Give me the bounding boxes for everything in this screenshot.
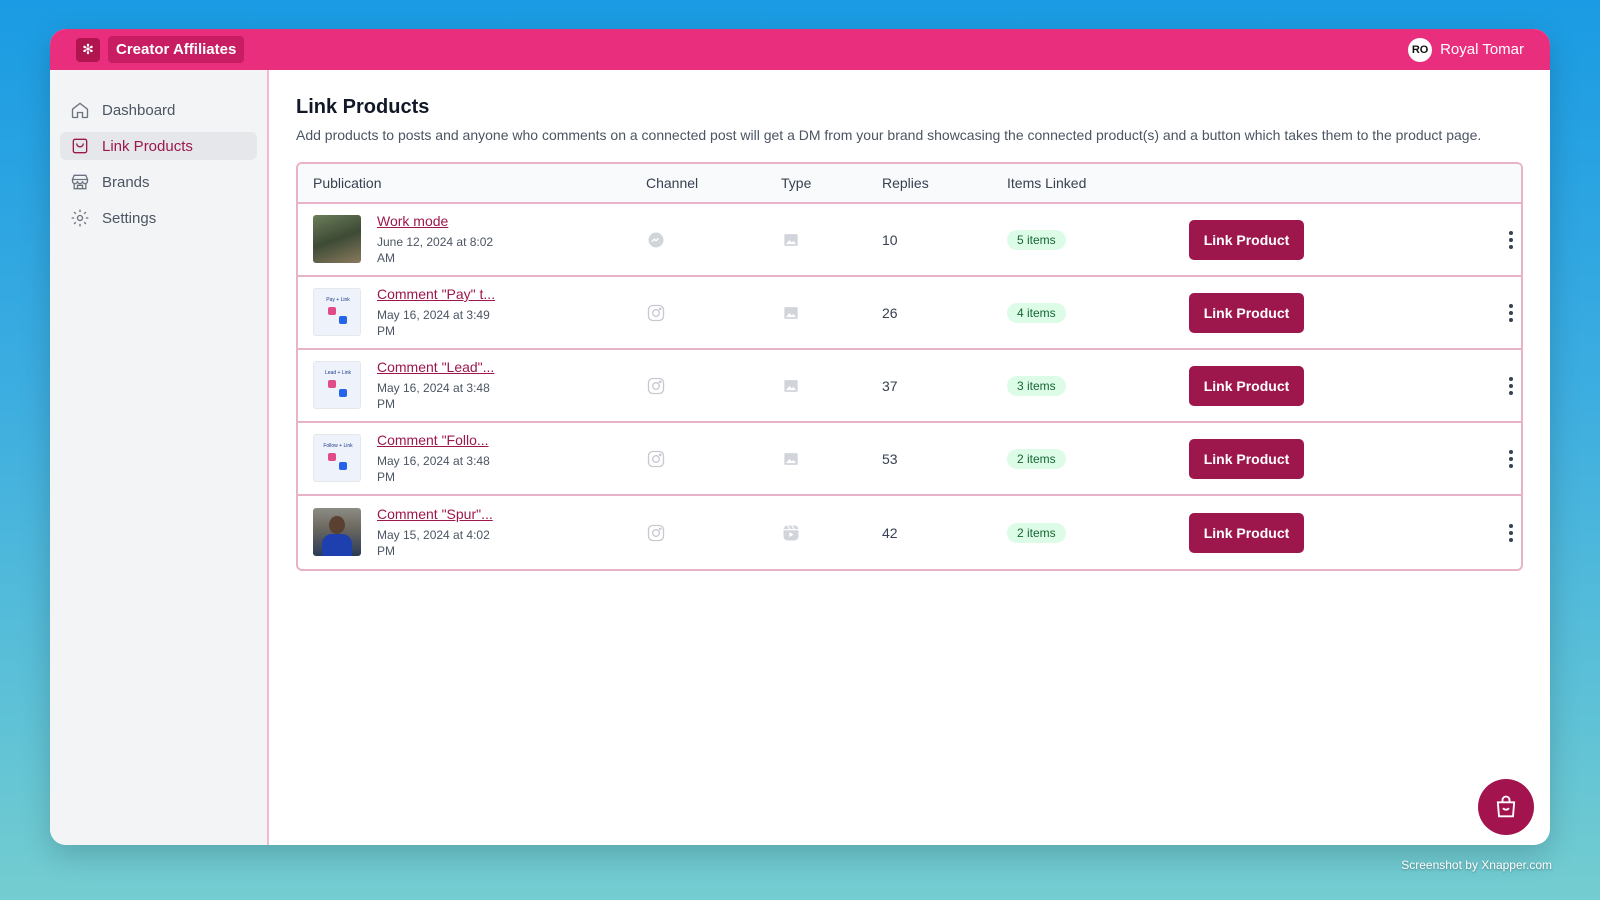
- home-icon: [71, 102, 89, 119]
- user-name: Royal Tomar: [1440, 41, 1524, 58]
- items-linked-badge: 5 items: [1007, 229, 1066, 250]
- gear-icon: [71, 209, 89, 227]
- image-icon: [784, 233, 798, 246]
- messenger-icon: [648, 232, 664, 247]
- instagram-icon: [647, 524, 665, 541]
- replies-count: 53: [882, 450, 898, 467]
- sidebar-item-settings[interactable]: Settings: [60, 204, 257, 232]
- column-header-items-linked: Items Linked: [1007, 175, 1087, 191]
- more-options-icon[interactable]: [1501, 447, 1521, 471]
- replies-count: 37: [882, 377, 898, 394]
- main-content: Link Products Add products to posts and …: [269, 70, 1550, 845]
- link-product-button[interactable]: Link Product: [1189, 365, 1304, 406]
- page-title: Link Products: [296, 96, 430, 118]
- publication-link[interactable]: Comment "Spur"...: [377, 506, 507, 522]
- more-options-icon[interactable]: [1501, 521, 1521, 545]
- more-options-icon[interactable]: [1501, 374, 1521, 398]
- replies-count: 26: [882, 304, 898, 321]
- instagram-icon: [647, 304, 665, 321]
- link-product-button[interactable]: Link Product: [1189, 292, 1304, 333]
- replies-count: 10: [882, 231, 898, 248]
- app-window: ✻ Creator Affiliates RO Royal Tomar Dash…: [50, 29, 1550, 845]
- more-options-icon[interactable]: [1501, 228, 1521, 252]
- shopping-bag-icon: [72, 138, 88, 154]
- publication-link[interactable]: Comment "Follo...: [377, 432, 507, 448]
- publication-link[interactable]: Comment "Pay" t...: [377, 286, 507, 302]
- app-name: Creator Affiliates: [108, 36, 245, 63]
- sidebar-item-link-products[interactable]: Link Products: [60, 132, 257, 160]
- sidebar-item-brands[interactable]: Brands: [60, 168, 257, 196]
- top-bar: ✻ Creator Affiliates RO Royal Tomar: [50, 29, 1550, 70]
- post-thumbnail[interactable]: Follow + Link: [313, 434, 361, 482]
- table-row: Lead + Link Comment "Lead"... May 16, 20…: [298, 350, 1521, 423]
- publication-date: May 16, 2024 at 3:49 PM: [377, 308, 490, 338]
- sidebar-item-dashboard[interactable]: Dashboard: [60, 96, 257, 124]
- publications-table: Publication Channel Type Replies Items L…: [296, 162, 1523, 571]
- items-linked-badge: 4 items: [1007, 302, 1066, 323]
- post-thumbnail[interactable]: [313, 215, 361, 263]
- sidebar-item-label: Dashboard: [102, 101, 176, 119]
- sidebar-item-label: Brands: [102, 173, 150, 191]
- column-header-publication: Publication: [313, 175, 382, 191]
- items-linked-badge: 3 items: [1007, 375, 1066, 396]
- screenshot-credit: Screenshot by Xnapper.com: [1401, 858, 1552, 872]
- publication-date: June 12, 2024 at 8:02 AM: [377, 235, 494, 265]
- image-icon: [784, 306, 798, 319]
- instagram-icon: [647, 377, 665, 394]
- sidebar-item-label: Settings: [102, 209, 157, 227]
- page-description: Add products to posts and anyone who com…: [296, 127, 1482, 143]
- publication-date: May 16, 2024 at 3:48 PM: [377, 454, 490, 484]
- replies-count: 42: [882, 524, 898, 541]
- column-header-type: Type: [781, 175, 812, 191]
- items-linked-badge: 2 items: [1007, 522, 1066, 543]
- table-row: Comment "Spur"... May 15, 2024 at 4:02 P…: [298, 496, 1521, 569]
- column-header-replies: Replies: [882, 175, 929, 191]
- post-thumbnail[interactable]: [313, 508, 361, 556]
- more-options-icon[interactable]: [1501, 301, 1521, 325]
- link-product-button[interactable]: Link Product: [1189, 512, 1304, 553]
- image-icon: [784, 452, 798, 465]
- publication-link[interactable]: Comment "Lead"...: [377, 359, 507, 375]
- shopping-bag-fab[interactable]: [1478, 779, 1534, 835]
- image-icon: [784, 379, 798, 392]
- publication-date: May 16, 2024 at 3:48 PM: [377, 381, 490, 411]
- store-icon: [71, 174, 89, 190]
- sidebar: Dashboard Link Products Brands Settings: [50, 70, 269, 845]
- avatar: RO: [1408, 37, 1433, 62]
- table-row: Follow + Link Comment "Follo... May 16, …: [298, 423, 1521, 496]
- publication-date: May 15, 2024 at 4:02 PM: [377, 528, 490, 558]
- table-row: Work mode June 12, 2024 at 8:02 AM 10 5 …: [298, 204, 1521, 277]
- link-product-button[interactable]: Link Product: [1189, 219, 1304, 260]
- sidebar-item-label: Link Products: [102, 137, 193, 155]
- table-header: Publication Channel Type Replies Items L…: [298, 164, 1521, 204]
- column-header-channel: Channel: [646, 175, 699, 191]
- brand[interactable]: ✻ Creator Affiliates: [76, 36, 245, 63]
- items-linked-badge: 2 items: [1007, 448, 1066, 469]
- publication-link[interactable]: Work mode: [377, 213, 507, 229]
- post-thumbnail[interactable]: Lead + Link: [313, 361, 361, 409]
- instagram-icon: [647, 450, 665, 467]
- table-row: Pay + Link Comment "Pay" t... May 16, 20…: [298, 277, 1521, 350]
- video-icon: [783, 524, 799, 540]
- flower-logo-icon: ✻: [76, 37, 100, 62]
- user-menu[interactable]: RO Royal Tomar: [1408, 37, 1524, 62]
- link-product-button[interactable]: Link Product: [1189, 438, 1304, 479]
- shopping-bag-smile-icon: [1496, 795, 1516, 818]
- post-thumbnail[interactable]: Pay + Link: [313, 288, 361, 336]
